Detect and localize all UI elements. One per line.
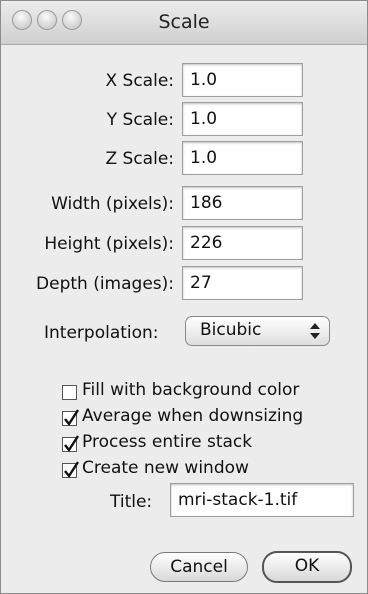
process-stack-checkbox[interactable] xyxy=(62,435,80,453)
checkmark-icon xyxy=(64,461,80,479)
z-scale-input[interactable]: 1.0 xyxy=(182,141,303,175)
checkmark-icon xyxy=(64,435,80,453)
width-input[interactable]: 186 xyxy=(182,186,303,220)
fill-background-checkbox[interactable] xyxy=(62,385,77,400)
checkmark-icon xyxy=(64,409,80,427)
title-label: Title: xyxy=(110,492,153,512)
x-scale-input[interactable]: 1.0 xyxy=(182,63,303,97)
create-window-label: Create new window xyxy=(82,458,249,478)
y-scale-input[interactable]: 1.0 xyxy=(182,102,303,136)
height-label: Height (pixels): xyxy=(44,234,174,254)
window-title: Scale xyxy=(158,11,210,33)
y-scale-label: Y Scale: xyxy=(106,110,174,130)
process-stack-label: Process entire stack xyxy=(82,432,253,452)
width-label: Width (pixels): xyxy=(51,194,174,214)
depth-label: Depth (images): xyxy=(36,274,174,294)
interpolation-value: Bicubic xyxy=(200,320,262,340)
interpolation-label: Interpolation: xyxy=(44,323,159,343)
create-window-checkbox[interactable] xyxy=(62,461,80,479)
title-input[interactable]: mri-stack-1.tif xyxy=(170,483,354,517)
average-downsizing-checkbox[interactable] xyxy=(62,409,80,427)
ok-button[interactable]: OK xyxy=(262,551,352,583)
height-input[interactable]: 226 xyxy=(182,226,303,260)
cancel-button[interactable]: Cancel xyxy=(150,552,248,582)
depth-input[interactable]: 27 xyxy=(182,266,303,300)
average-downsizing-label: Average when downsizing xyxy=(82,406,304,426)
fill-background-label: Fill with background color xyxy=(82,380,300,400)
interpolation-select[interactable]: Bicubic xyxy=(185,316,330,346)
x-scale-label: X Scale: xyxy=(105,71,174,91)
z-scale-label: Z Scale: xyxy=(105,149,174,169)
updown-arrows-icon xyxy=(310,323,320,339)
title-bar: Scale xyxy=(1,1,367,45)
